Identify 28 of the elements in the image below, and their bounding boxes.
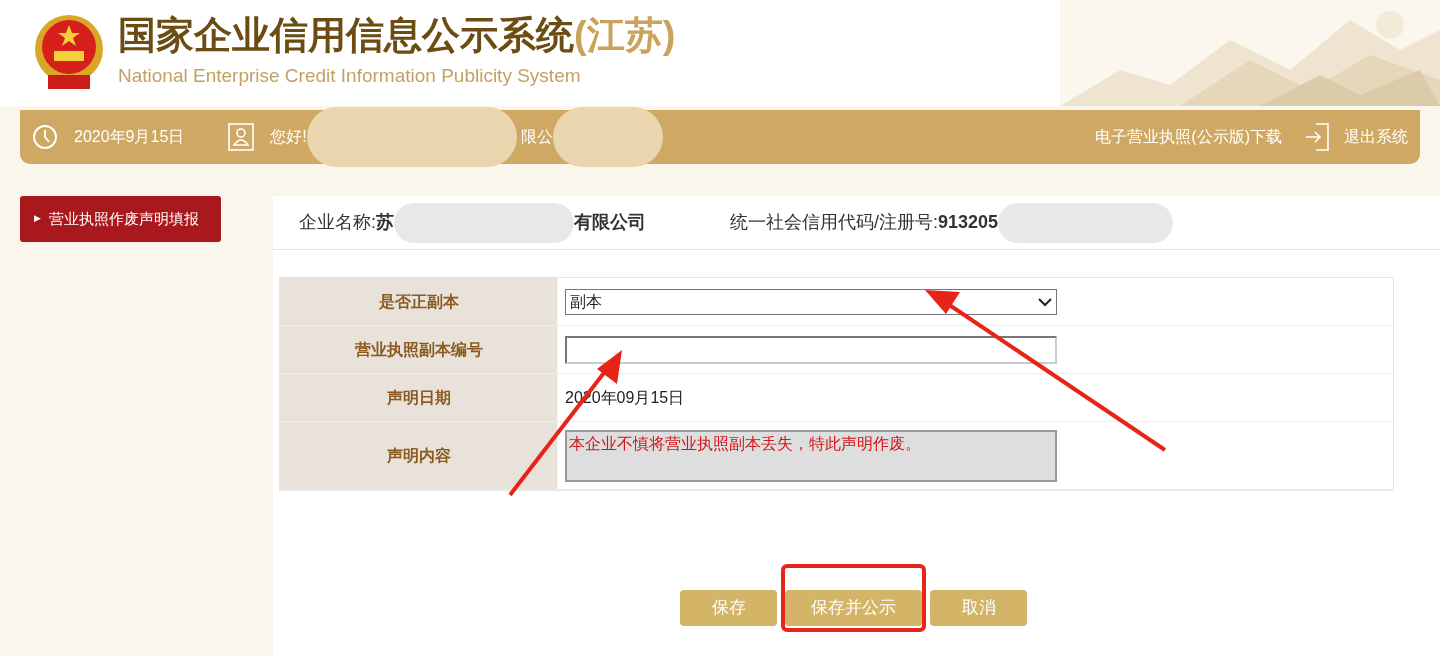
logout-link[interactable]: 退出系统 bbox=[1344, 125, 1408, 149]
certificate-type-select[interactable]: 副本 bbox=[565, 288, 1057, 315]
region-label: (江苏) bbox=[574, 15, 676, 54]
credit-code: 913205 bbox=[938, 211, 999, 234]
download-link[interactable]: 电子营业执照(公示版)下载 bbox=[1095, 125, 1282, 149]
company-name: 苏 bbox=[376, 211, 394, 234]
company-name-label: 企业名称: bbox=[299, 211, 376, 234]
action-button[interactable]: 保存 bbox=[680, 590, 777, 626]
greeting-text: 您好! bbox=[270, 127, 307, 147]
declaration-text-area[interactable]: 本企业不慎将营业执照副本丢失，特此声明作废。 bbox=[565, 430, 1057, 482]
field-label: 声明内容 bbox=[386, 445, 451, 466]
site-subtitle: National Enterprise Credit Information Publicity System bbox=[118, 63, 582, 88]
clock-icon bbox=[32, 124, 58, 150]
site-title: 国家企业信用信息公示系统 bbox=[118, 15, 574, 54]
license-number-field[interactable] bbox=[565, 335, 1057, 364]
logout-icon bbox=[1304, 122, 1330, 152]
field-label: 声明日期 bbox=[386, 387, 451, 408]
credit-code-label: 统一社会信用代码/注册号: bbox=[730, 211, 939, 234]
greeting-text: 限公 bbox=[520, 127, 553, 147]
field-label: 是否正副本 bbox=[378, 291, 459, 312]
field-label: 营业执照副本编号 bbox=[354, 339, 483, 360]
date-label: 2020年9月15日 bbox=[74, 127, 185, 147]
company-name: 有限公司 bbox=[574, 211, 646, 234]
action-button[interactable]: 保存并公示 bbox=[785, 590, 922, 626]
action-button[interactable]: 取消 bbox=[930, 590, 1027, 626]
sidebar-item[interactable]: ▶ 营业执照作废声明填报 bbox=[20, 196, 221, 242]
user-icon bbox=[228, 123, 255, 151]
chevron-down-icon bbox=[1038, 296, 1052, 307]
